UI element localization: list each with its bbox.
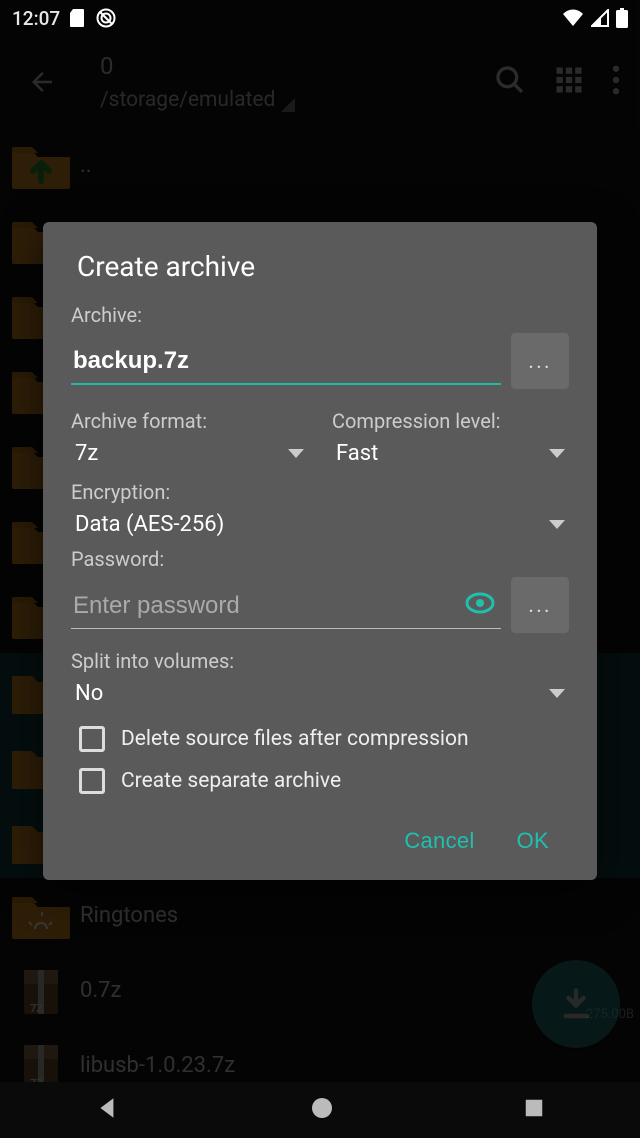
nav-recent-button[interactable]	[523, 1097, 545, 1123]
signal-icon	[591, 9, 609, 27]
checkbox-icon	[79, 768, 105, 794]
chevron-down-icon	[549, 520, 565, 529]
ok-button[interactable]: OK	[517, 828, 549, 854]
separate-archive-label: Create separate archive	[121, 769, 341, 793]
format-value: 7z	[75, 441, 98, 466]
encryption-label: Encryption:	[71, 480, 569, 504]
dnd-icon	[96, 8, 116, 28]
level-value: Fast	[336, 441, 378, 466]
status-bar: 12:07	[0, 0, 640, 36]
cancel-button[interactable]: Cancel	[404, 828, 474, 854]
battery-icon	[616, 8, 628, 28]
split-select[interactable]: No	[71, 673, 569, 710]
password-more-button[interactable]: ...	[511, 577, 569, 633]
wifi-icon	[562, 9, 584, 27]
create-archive-dialog: Create archive Archive: ... Archive form…	[43, 222, 597, 880]
split-label: Split into volumes:	[71, 649, 569, 673]
status-time: 12:07	[12, 7, 60, 30]
delete-source-checkbox-row[interactable]: Delete source files after compression	[71, 726, 569, 752]
encryption-value: Data (AES-256)	[75, 512, 224, 537]
delete-source-label: Delete source files after compression	[121, 727, 469, 751]
chevron-down-icon	[549, 689, 565, 698]
archive-label: Archive:	[71, 303, 569, 327]
browse-path-button[interactable]: ...	[511, 333, 569, 389]
chevron-down-icon	[549, 449, 565, 458]
nav-home-button[interactable]	[310, 1096, 334, 1124]
level-label: Compression level:	[332, 409, 569, 433]
nav-back-button[interactable]	[95, 1095, 121, 1125]
checkbox-icon	[79, 726, 105, 752]
show-password-button[interactable]	[465, 592, 495, 618]
separate-archive-checkbox-row[interactable]: Create separate archive	[71, 768, 569, 794]
nav-bar	[0, 1082, 640, 1138]
encryption-select[interactable]: Data (AES-256)	[71, 504, 569, 541]
archive-name-input[interactable]	[71, 337, 501, 385]
password-label: Password:	[71, 547, 569, 571]
sd-card-icon	[70, 9, 86, 27]
level-select[interactable]: Fast	[332, 433, 569, 470]
split-value: No	[75, 681, 103, 706]
format-select[interactable]: 7z	[71, 433, 308, 470]
dialog-title: Create archive	[71, 250, 569, 283]
password-input[interactable]	[71, 582, 501, 629]
format-label: Archive format:	[71, 409, 308, 433]
chevron-down-icon	[288, 449, 304, 458]
